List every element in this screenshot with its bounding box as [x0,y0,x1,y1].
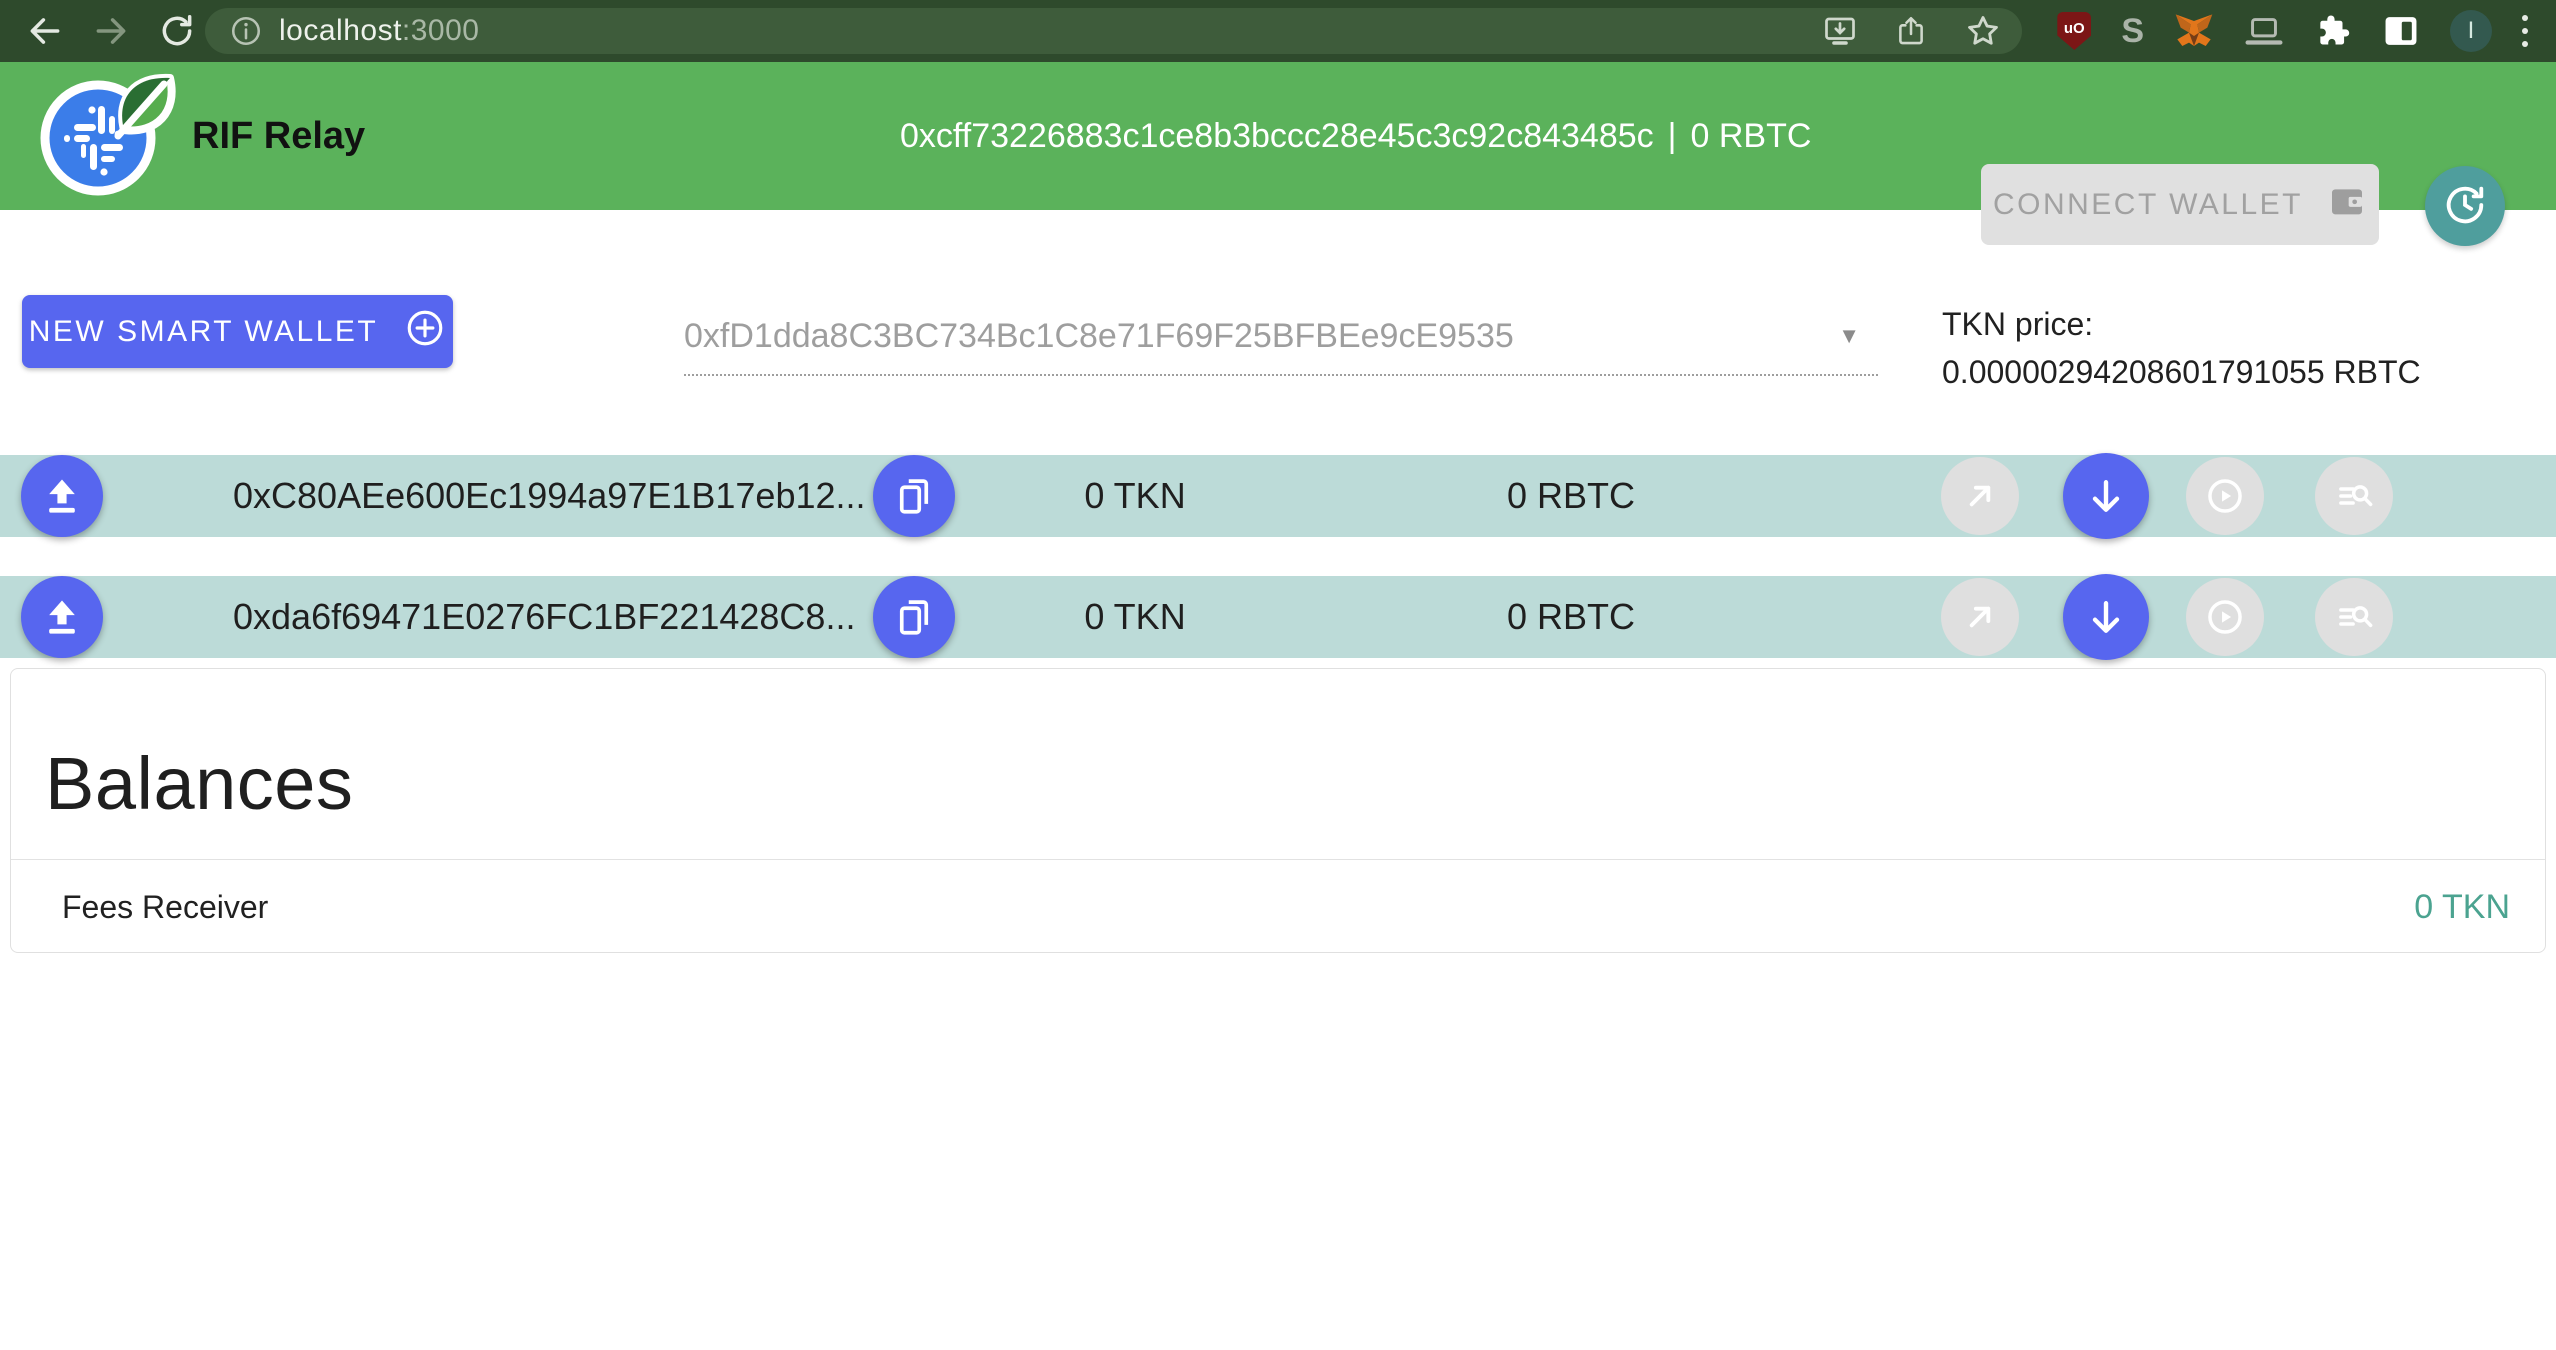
execute-button [2186,578,2264,656]
update-clock-icon [2442,182,2488,231]
wallet-rbtc-balance: 0 RBTC [1471,455,1671,537]
rif-relay-logo [38,72,188,207]
inspect-transactions-button [2315,457,2393,535]
copy-icon [893,596,935,638]
install-app-icon[interactable] [1822,13,1858,49]
address-bar[interactable]: localhost:3000 [205,8,2022,54]
play-circle-icon [2204,475,2246,517]
fees-receiver-value: 0 TKN [2414,888,2510,927]
smart-wallet-row: 0xC80AEe600Ec1994a97E1B17eb12... 0 TKN 0… [0,455,2556,537]
browser-profile-avatar[interactable]: I [2450,10,2492,52]
fees-receiver-label: Fees Receiver [62,889,268,926]
app-title: RIF Relay [192,62,365,210]
tkn-price-value: 0.00000294208601791055 RBTC [1942,348,2542,396]
upload-icon [40,474,84,518]
side-panel-icon[interactable] [2382,14,2420,48]
header-account-info: 0xcff73226883c1ce8b3bccc28e45c3c92c84348… [900,62,1811,210]
deploy-wallet-button[interactable] [21,576,103,658]
tkn-price-block: TKN price: 0.00000294208601791055 RBTC [1942,300,2542,396]
send-button [1941,457,2019,535]
arrow-down-icon [2084,595,2128,639]
app-header: RIF Relay 0xcff73226883c1ce8b3bccc28e45c… [0,62,2556,210]
new-smart-wallet-label: NEW SMART WALLET [29,315,379,349]
play-circle-icon [2204,596,2246,638]
smart-wallet-address: 0xda6f69471E0276FC1BF221428C8... [233,576,855,658]
browser-toolbar: localhost:3000 uO S [0,0,2556,62]
search-list-icon [2333,475,2375,517]
laptop-extension-icon[interactable] [2244,13,2284,49]
header-account-address: 0xcff73226883c1ce8b3bccc28e45c3c92c84348… [900,117,1654,156]
wallet-rbtc-balance: 0 RBTC [1471,576,1671,658]
refresh-button[interactable] [2425,166,2505,246]
browser-menu-icon[interactable] [2522,15,2528,47]
fees-receiver-row: Fees Receiver 0 TKN [11,859,2545,954]
execute-button [2186,457,2264,535]
inspect-transactions-button [2315,578,2393,656]
upload-icon [40,595,84,639]
forward-icon [92,12,130,50]
copy-icon [893,475,935,517]
receive-button[interactable] [2063,453,2149,539]
page: localhost:3000 uO S [0,0,2556,1350]
connect-wallet-button[interactable]: CONNECT WALLET [1981,164,2379,245]
smart-wallet-address: 0xC80AEe600Ec1994a97E1B17eb12... [233,455,866,537]
surfshark-extension-icon[interactable]: S [2121,12,2144,51]
new-smart-wallet-button[interactable]: NEW SMART WALLET [22,295,453,368]
wallet-tkn-balance: 0 TKN [1035,576,1235,658]
bookmark-star-icon[interactable] [1964,12,2002,50]
chevron-down-icon: ▼ [1838,323,1860,349]
reload-icon[interactable] [158,12,196,50]
wallet-icon [2327,181,2367,229]
deploy-wallet-button[interactable] [21,455,103,537]
arrow-up-right-icon [1960,476,2000,516]
balances-card: Balances Fees Receiver 0 TKN [10,668,2546,953]
back-icon[interactable] [26,12,64,50]
arrow-up-right-icon [1960,597,2000,637]
smart-wallet-row: 0xda6f69471E0276FC1BF221428C8... 0 TKN 0… [0,576,2556,658]
copy-address-button[interactable] [873,455,955,537]
send-button [1941,578,2019,656]
receive-button[interactable] [2063,574,2149,660]
tkn-price-label: TKN price: [1942,300,2542,348]
header-separator: | [1668,117,1677,156]
smart-wallet-select[interactable]: 0xfD1dda8C3BC734Bc1C8e71F69F25BFBEe9cE95… [684,298,1878,376]
selected-wallet-address: 0xfD1dda8C3BC734Bc1C8e71F69F25BFBEe9cE95… [684,317,1838,356]
metamask-fox-icon[interactable] [2174,12,2214,50]
extensions-puzzle-icon[interactable] [2314,12,2352,50]
search-list-icon [2333,596,2375,638]
wallet-tkn-balance: 0 TKN [1035,455,1235,537]
share-icon[interactable] [1894,14,1928,48]
site-info-icon[interactable] [229,14,263,48]
ublock-extension-icon[interactable]: uO [2057,12,2091,50]
url-text[interactable]: localhost:3000 [279,14,479,48]
connect-wallet-label: CONNECT WALLET [1993,188,2303,222]
balances-title: Balances [45,741,353,826]
plus-circle-icon [404,307,446,357]
header-account-balance: 0 RBTC [1691,117,1812,156]
arrow-down-icon [2084,474,2128,518]
copy-address-button[interactable] [873,576,955,658]
